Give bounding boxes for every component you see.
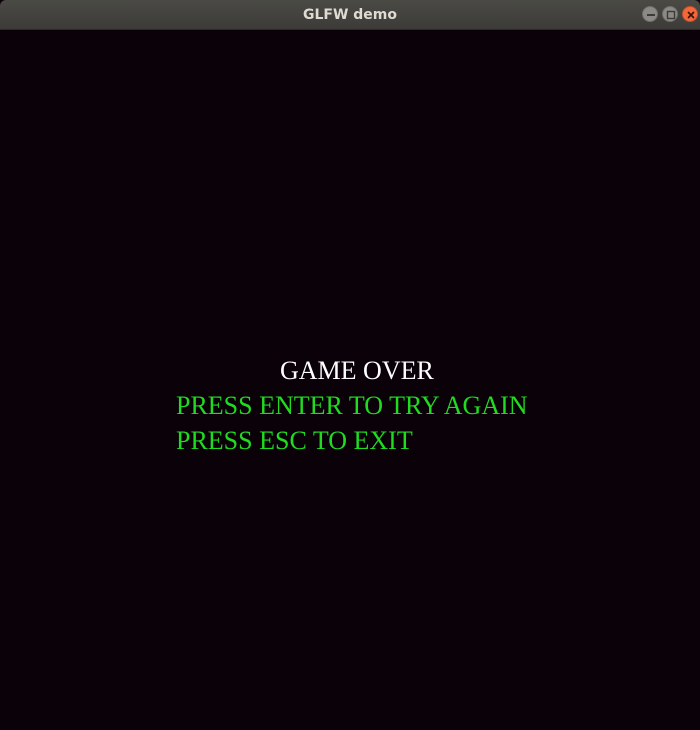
exit-prompt: PRESS ESC TO EXIT: [176, 426, 413, 455]
app-window: GLFW demo GAME OVER PRESS ENTER TO TRY A…: [0, 0, 700, 730]
title-bar[interactable]: GLFW demo: [0, 0, 700, 30]
close-icon: [687, 11, 695, 19]
maximize-button[interactable]: [662, 6, 678, 22]
maximize-icon: [666, 10, 676, 20]
retry-prompt: PRESS ENTER TO TRY AGAIN: [176, 391, 528, 420]
game-over-text: GAME OVER: [280, 356, 434, 385]
window-title: GLFW demo: [302, 7, 397, 23]
close-button[interactable]: [682, 6, 698, 22]
minimize-button[interactable]: [642, 6, 658, 22]
minimize-icon: [647, 14, 655, 16]
game-canvas[interactable]: GAME OVER PRESS ENTER TO TRY AGAIN PRESS…: [0, 30, 700, 730]
